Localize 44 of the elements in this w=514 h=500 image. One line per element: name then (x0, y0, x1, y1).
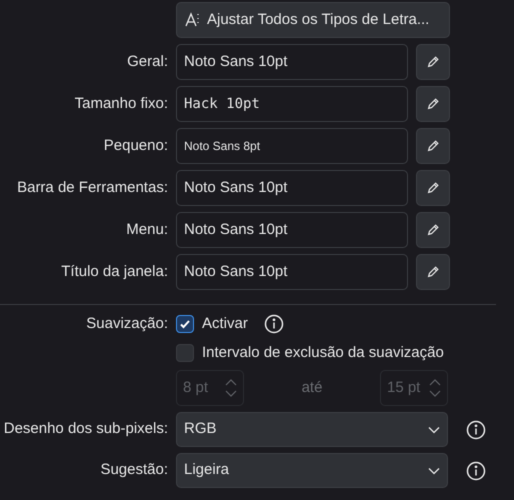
combo-label: Desenho dos sub-pixels: (2, 419, 168, 440)
font-size-icon (185, 12, 201, 28)
font-field[interactable]: Noto Sans 10pt (176, 212, 408, 248)
font-label: Geral: (126, 52, 168, 72)
antialiasing-label: Suavização: (85, 314, 168, 334)
edit-font-button[interactable] (416, 128, 450, 164)
font-label: Tamanho fixo: (74, 94, 168, 114)
enable-checkbox[interactable] (176, 315, 194, 334)
pencil-icon (426, 139, 440, 153)
edit-font-button[interactable] (416, 212, 450, 248)
dropdown[interactable]: Ligeira (176, 453, 448, 488)
checkmark-icon (179, 318, 191, 330)
stepper-icon (428, 377, 441, 399)
font-label: Barra de Ferramentas: (16, 178, 168, 198)
pencil-icon (426, 265, 440, 279)
combo-label: Sugestão: (99, 460, 168, 480)
info-icon[interactable] (466, 460, 486, 480)
pencil-icon (426, 55, 440, 69)
chevron-down-icon (428, 426, 440, 434)
font-field[interactable]: Noto Sans 8pt (176, 128, 408, 164)
edit-font-button[interactable] (416, 44, 450, 80)
checkbox-label: Activar (202, 314, 248, 334)
font-field[interactable]: Noto Sans 10pt (176, 254, 408, 290)
pencil-icon (426, 181, 440, 195)
pencil-icon (426, 223, 440, 237)
font-label: Pequeno: (102, 136, 168, 156)
edit-font-button[interactable] (416, 254, 450, 290)
stepper-icon (225, 377, 237, 399)
info-icon[interactable] (466, 420, 486, 440)
edit-font-button[interactable] (416, 86, 450, 122)
checkbox-label: Intervalo de exclusão da suavização (202, 342, 444, 362)
pencil-icon (426, 97, 440, 111)
font-label: Título da janela: (60, 262, 168, 282)
range-separator-label: até (302, 378, 322, 398)
font-field[interactable]: Noto Sans 10pt (176, 170, 408, 206)
font-field[interactable]: Noto Sans 10pt (176, 44, 408, 80)
font-field[interactable]: Hack 10pt (176, 86, 408, 122)
chevron-down-icon (428, 466, 440, 474)
exclude-checkbox[interactable] (176, 344, 194, 362)
dropdown[interactable]: RGB (176, 412, 448, 447)
adjust-all-fonts-button[interactable]: Ajustar Todos os Tipos de Letra... (176, 2, 450, 38)
font-label: Menu: (125, 220, 168, 240)
edit-font-button[interactable] (416, 170, 450, 206)
info-icon[interactable] (264, 314, 284, 334)
